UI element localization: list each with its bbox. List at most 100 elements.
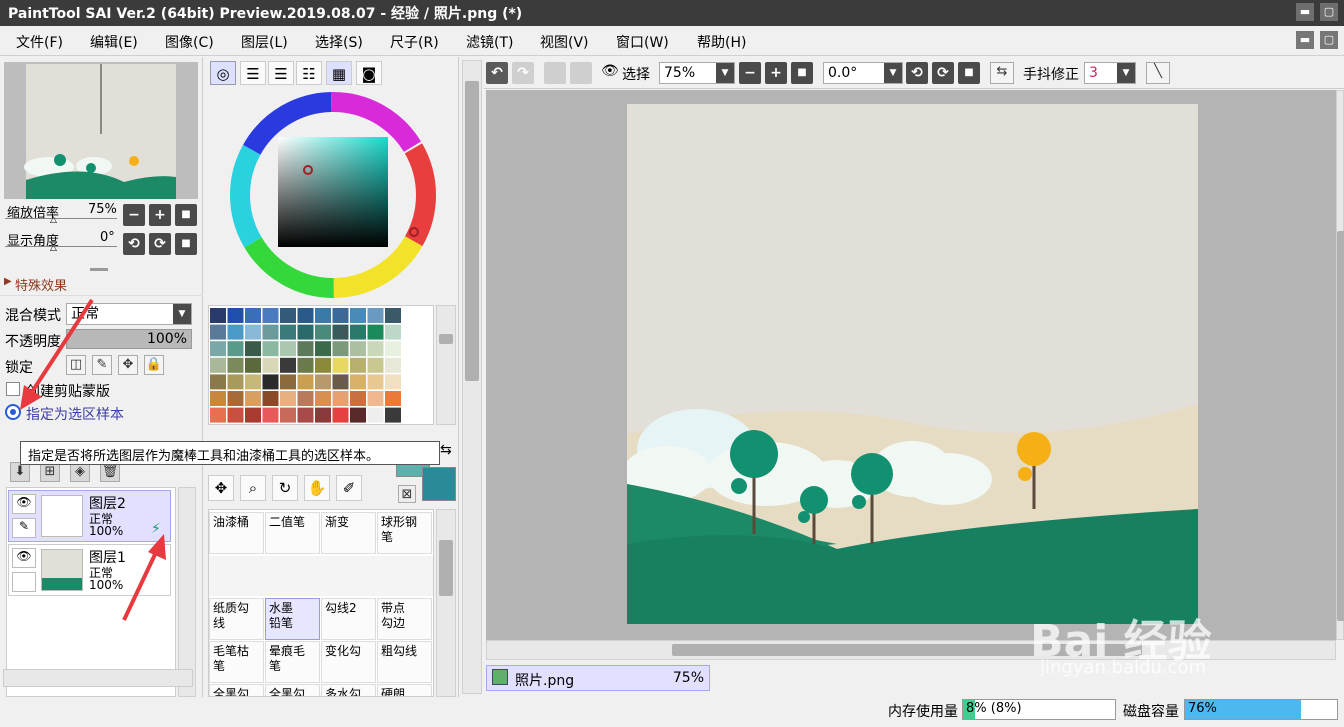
color-swatch[interactable] xyxy=(210,324,226,340)
color-swatch[interactable] xyxy=(262,407,279,423)
toolbar-rotate-right-button[interactable]: ⟳ xyxy=(932,62,954,84)
color-swatch[interactable] xyxy=(280,407,296,423)
color-swatch[interactable] xyxy=(297,341,314,357)
color-swatch[interactable] xyxy=(280,357,296,373)
color-swatch[interactable] xyxy=(262,391,279,406)
layer-h-scrollbar[interactable] xyxy=(3,669,193,687)
color-wheel[interactable] xyxy=(230,92,436,298)
invert-selection-button[interactable] xyxy=(570,62,592,84)
color-swatch[interactable] xyxy=(315,324,331,340)
color-swatch[interactable] xyxy=(245,308,261,323)
color-swatch[interactable] xyxy=(315,357,331,373)
color-swatch[interactable] xyxy=(367,407,384,423)
menu-select[interactable]: 选择(S) xyxy=(315,32,363,52)
color-swatch[interactable] xyxy=(245,357,261,373)
brush-item[interactable]: 晕痕毛笔 xyxy=(265,641,320,683)
color-swatch[interactable] xyxy=(367,341,384,357)
brush-item[interactable]: 多水勾线 xyxy=(321,684,376,696)
color-swatch[interactable] xyxy=(385,407,401,423)
rotate-tool-icon[interactable]: ↻ xyxy=(272,475,298,501)
doc-minimize-button[interactable]: ▬ xyxy=(1296,31,1314,49)
splitter[interactable] xyxy=(90,268,108,271)
color-swatch[interactable] xyxy=(297,324,314,340)
color-swatch[interactable] xyxy=(297,308,314,323)
toolbar-rotate-reset-button[interactable]: ■ xyxy=(958,62,980,84)
color-swatch[interactable] xyxy=(385,357,401,373)
color-swatch[interactable] xyxy=(262,308,279,323)
menu-file[interactable]: 文件(F) xyxy=(16,32,63,52)
brush-item[interactable]: 勾线2 xyxy=(321,598,376,640)
color-swatch[interactable] xyxy=(210,391,226,406)
color-swatch[interactable] xyxy=(280,391,296,406)
swap-colors-icon[interactable]: ⇆ xyxy=(440,442,452,458)
color-wheel-tab[interactable]: ◎ xyxy=(210,61,236,85)
rgb-slider-tab[interactable]: ☰ xyxy=(240,61,266,85)
color-swatch[interactable] xyxy=(332,407,349,423)
color-swatch[interactable] xyxy=(367,357,384,373)
brush-item[interactable]: 全黑勾线 xyxy=(209,684,264,696)
toolbar-zoom-in-button[interactable]: + xyxy=(765,62,787,84)
color-swatch[interactable] xyxy=(385,374,401,390)
color-swatch[interactable] xyxy=(385,391,401,406)
color-swatch[interactable] xyxy=(350,324,366,340)
color-swatch[interactable] xyxy=(262,374,279,390)
color-swatch[interactable] xyxy=(315,391,331,406)
brush-item[interactable]: 纸质勾线 xyxy=(209,598,264,640)
menu-layer[interactable]: 图层(L) xyxy=(241,32,288,52)
color-swatch[interactable] xyxy=(245,324,261,340)
color-swatch[interactable] xyxy=(332,391,349,406)
zoom-slider[interactable] xyxy=(5,203,117,219)
color-swatch[interactable] xyxy=(245,391,261,406)
brush-item[interactable]: 变化勾 xyxy=(321,641,376,683)
stabilizer-select[interactable]: 3 ▼ xyxy=(1084,62,1136,84)
color-swatch[interactable] xyxy=(315,374,331,390)
toolbar-zoom-out-button[interactable]: − xyxy=(739,62,761,84)
color-swatch[interactable] xyxy=(385,341,401,357)
zoom-tool-icon[interactable]: ⌕ xyxy=(240,475,266,501)
brush-item[interactable]: 渐变 xyxy=(321,512,376,554)
color-swatch[interactable] xyxy=(297,357,314,373)
menu-window[interactable]: 窗口(W) xyxy=(616,32,669,52)
eyedropper-tool-icon[interactable]: ✐ xyxy=(336,475,362,501)
document-tab[interactable]: 照片.png 75% xyxy=(486,665,710,691)
color-swatch[interactable] xyxy=(297,374,314,390)
color-swatch[interactable] xyxy=(227,407,244,423)
color-swatch[interactable] xyxy=(332,308,349,323)
rotate-reset-button[interactable]: ■ xyxy=(175,233,197,255)
toolbar-zoom-reset-button[interactable]: ■ xyxy=(791,62,813,84)
swatch-grid[interactable] xyxy=(208,305,434,425)
color-swatch[interactable] xyxy=(297,391,314,406)
color-swatch[interactable] xyxy=(350,374,366,390)
color-swatch[interactable] xyxy=(350,391,366,406)
color-swatch[interactable] xyxy=(227,374,244,390)
zoom-slider-handle[interactable]: △ xyxy=(50,215,57,225)
deselect-button[interactable] xyxy=(544,62,566,84)
color-swatch[interactable] xyxy=(332,341,349,357)
zoom-in-button[interactable]: + xyxy=(149,204,171,226)
angle-slider-handle[interactable]: △ xyxy=(50,243,57,253)
color-swatch[interactable] xyxy=(210,407,226,423)
color-swatch[interactable] xyxy=(350,341,366,357)
color-swatch[interactable] xyxy=(367,374,384,390)
color-swatch[interactable] xyxy=(350,357,366,373)
brush-item[interactable]: 毛笔枯笔 xyxy=(209,641,264,683)
navigator-preview[interactable] xyxy=(4,62,198,199)
menu-help[interactable]: 帮助(H) xyxy=(697,32,746,52)
angle-slider[interactable] xyxy=(5,231,117,247)
color-swatch[interactable] xyxy=(315,308,331,323)
color-swatch[interactable] xyxy=(367,391,384,406)
menu-view[interactable]: 视图(V) xyxy=(540,32,589,52)
menu-ruler[interactable]: 尺子(R) xyxy=(390,32,439,52)
transparent-color-icon[interactable]: ⊠ xyxy=(398,485,416,503)
color-swatch[interactable] xyxy=(245,407,261,423)
canvas-viewport[interactable] xyxy=(486,90,1336,640)
brush-item[interactable]: 粗勾线 xyxy=(377,641,432,683)
rotate-right-button[interactable]: ⟳ xyxy=(149,233,171,255)
brush-item[interactable]: 带点 勾边 xyxy=(377,598,432,640)
color-swatch[interactable] xyxy=(262,341,279,357)
canvas-h-scrollbar[interactable] xyxy=(486,640,1336,660)
color-swatch[interactable] xyxy=(245,341,261,357)
color-swatch[interactable] xyxy=(350,308,366,323)
undo-button[interactable]: ↶ xyxy=(486,62,508,84)
color-swatch[interactable] xyxy=(367,308,384,323)
